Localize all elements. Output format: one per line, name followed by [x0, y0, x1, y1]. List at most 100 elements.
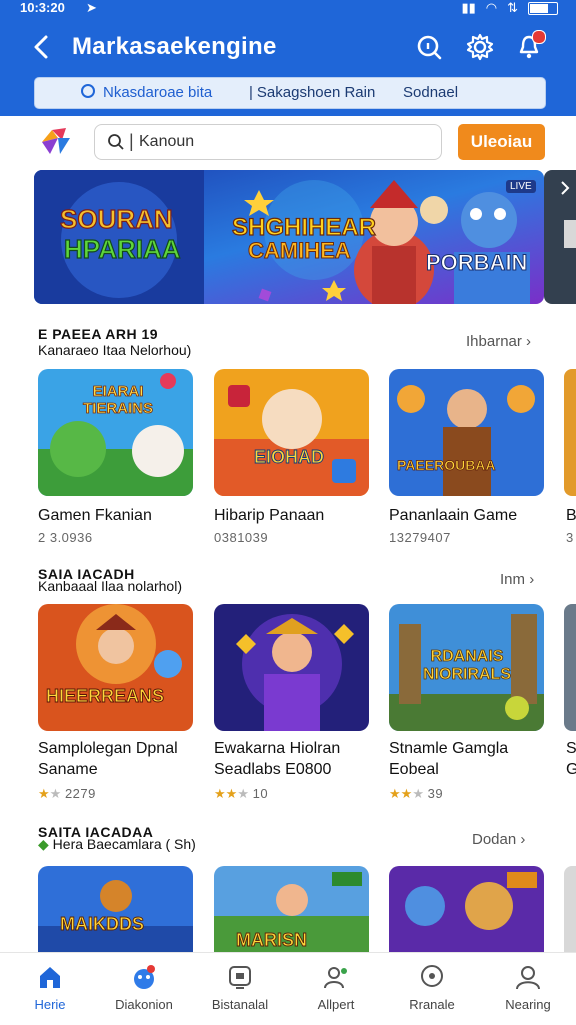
- search-icon[interactable]: [414, 32, 444, 62]
- thumbnail-title: MARISN: [236, 930, 308, 951]
- location-icon: ➤: [86, 0, 97, 15]
- game-title: Stnamle Gamgla Eobeal: [389, 740, 509, 778]
- notification-badge: [532, 30, 546, 44]
- radio-dot-icon: [81, 84, 95, 98]
- thumbnail-title: RDANAIS NIORIRALS: [423, 648, 512, 684]
- status-time: 10:3:20: [20, 0, 65, 15]
- banner-tag: LIVE: [506, 180, 536, 193]
- status-icons: ▮▮ ◠ ⇅: [461, 0, 558, 16]
- search-icon: [108, 134, 124, 150]
- game-title: Ewakarna Hiolran Seadlabs E0800: [214, 740, 341, 778]
- star-empty-icon: ★: [237, 786, 249, 801]
- banner-title-right: PORBAIN: [425, 250, 528, 276]
- star-icon: ★: [38, 786, 50, 801]
- game-rating: ★★★ 39: [389, 786, 444, 801]
- section-3-see-all[interactable]: Dodan ›: [472, 831, 525, 848]
- thumbnail-title: PAEEROUBAA: [397, 457, 496, 474]
- star-empty-icon: ★: [412, 786, 424, 801]
- media-icon: [229, 966, 251, 989]
- game-title: Samplolegan Dpnal Saname: [38, 740, 178, 778]
- nav-media[interactable]: Bistanalal: [192, 963, 288, 1012]
- nav-chat[interactable]: Rranale: [384, 963, 480, 1012]
- thumbnail-title: EIOHAD: [254, 447, 325, 468]
- section-2-title: Kanbaaal Ilaa nolarhol): [38, 578, 182, 594]
- game-thumbnail: RDANAIS NIORIRALS: [389, 604, 544, 731]
- game-card[interactable]: [214, 604, 369, 731]
- search-input-value[interactable]: Kanoun: [139, 133, 194, 151]
- game-thumbnail: MAIKDDS: [38, 866, 193, 952]
- chevron-right-icon: [561, 181, 576, 248]
- thumbnail-title: MAIKDDS: [60, 914, 145, 935]
- tab-featured[interactable]: Nkasdaroae bita: [81, 84, 212, 101]
- settings-gear-icon[interactable]: [465, 32, 495, 62]
- leaf-icon: ◆: [38, 836, 49, 852]
- battery-icon: [528, 1, 558, 15]
- game-meta: 0381039: [214, 530, 269, 545]
- nav-profile[interactable]: Nearing: [480, 963, 576, 1012]
- banner-title-left: SOURAN: [59, 203, 173, 234]
- section-1-kicker: E PAEEA ARH 19: [38, 326, 159, 342]
- game-title: S G: [566, 740, 576, 778]
- game-card[interactable]: RDANAIS NIORIRALS: [389, 604, 544, 731]
- section-3-title: Hera Baecamlara ( Sh): [52, 836, 196, 852]
- game-icon: [134, 965, 155, 989]
- star-empty-icon: ★: [49, 786, 62, 801]
- promo-banner[interactable]: SOURAN HPARIAA SHGHIHEAR CAMIHEA PORBAIN…: [34, 170, 544, 304]
- profile-icon: [516, 966, 540, 990]
- game-thumbnail: MARISN: [214, 866, 369, 952]
- section-3-title-row: ◆ Hera Baecamlara ( Sh): [38, 836, 196, 853]
- section-1-title: Kanaraeo Itaa Nelorhou): [38, 342, 192, 358]
- signal-icon: ▮▮: [461, 0, 476, 15]
- text-cursor: |: [129, 131, 134, 151]
- game-thumbnail: EIOHAD: [214, 369, 369, 496]
- game-card[interactable]: MAIKDDS: [38, 866, 193, 952]
- star-icon: ★★: [389, 786, 413, 801]
- tab-second[interactable]: | Sakagshoen Rain: [249, 84, 375, 101]
- bottom-navigation: Herie Diakonion Bistanalal Allpert Rrana…: [0, 952, 576, 1025]
- game-rating: ★★★ 10: [214, 786, 269, 801]
- thumbnail-title: HIEERREANS: [46, 686, 165, 707]
- banner-subtitle-center: CAMIHEA: [248, 238, 352, 264]
- game-card[interactable]: EIARAI TIERAINS: [38, 369, 193, 496]
- game-card-partial[interactable]: [564, 604, 576, 731]
- thumbnail-title: EIARAI TIERAINS: [82, 383, 154, 418]
- game-card-partial[interactable]: [564, 369, 576, 496]
- chevron-right-icon: ›: [529, 571, 535, 588]
- game-card[interactable]: MARISN: [214, 866, 369, 952]
- chat-icon: [421, 965, 443, 987]
- category-tabs: Nkasdaroae bita | Sakagshoen Rain Sodnael: [34, 77, 546, 109]
- game-card[interactable]: [389, 866, 544, 952]
- game-card[interactable]: PAEEROUBAA: [389, 369, 544, 496]
- tab-third[interactable]: Sodnael: [403, 84, 458, 101]
- game-title: Gamen Fkanian: [38, 507, 152, 524]
- game-card-partial[interactable]: [564, 866, 576, 952]
- game-card[interactable]: HIEERREANS: [38, 604, 193, 731]
- nav-discover[interactable]: Diakonion: [96, 963, 192, 1012]
- data-icon: ⇅: [507, 0, 518, 15]
- nav-home[interactable]: Herie: [2, 963, 98, 1012]
- game-thumbnail: [389, 866, 544, 952]
- game-title: Hibarip Panaan: [214, 507, 325, 524]
- app-logo-icon: [42, 128, 70, 154]
- section-2-see-all[interactable]: Inm ›: [500, 571, 534, 588]
- game-card[interactable]: EIOHAD: [214, 369, 369, 496]
- section-1-see-all[interactable]: Ihbarnar ›: [466, 333, 531, 350]
- game-thumbnail: EIARAI TIERAINS: [38, 369, 193, 496]
- game-thumbnail: PAEEROUBAA: [389, 369, 544, 496]
- wifi-icon: ◠: [485, 0, 498, 15]
- game-title: B: [566, 507, 576, 524]
- people-icon: [324, 967, 347, 989]
- chevron-right-icon: ›: [526, 333, 532, 350]
- home-icon: [40, 967, 60, 988]
- page-title: Markasaekengine: [72, 33, 277, 60]
- update-button[interactable]: Uleoiau: [458, 124, 545, 160]
- game-thumbnail: HIEERREANS: [38, 604, 193, 731]
- nav-people[interactable]: Allpert: [288, 963, 384, 1012]
- game-meta: 2 3.0936: [38, 530, 93, 545]
- game-title: Pananlaain Game: [389, 507, 518, 524]
- search-field[interactable]: | Kanoun: [94, 124, 442, 160]
- game-meta: 13279407: [389, 530, 451, 545]
- back-arrow-icon[interactable]: [26, 30, 60, 64]
- status-bar: 10:3:20 ➤ ▮▮ ◠ ⇅: [0, 0, 576, 16]
- banner-next-preview[interactable]: [544, 170, 576, 304]
